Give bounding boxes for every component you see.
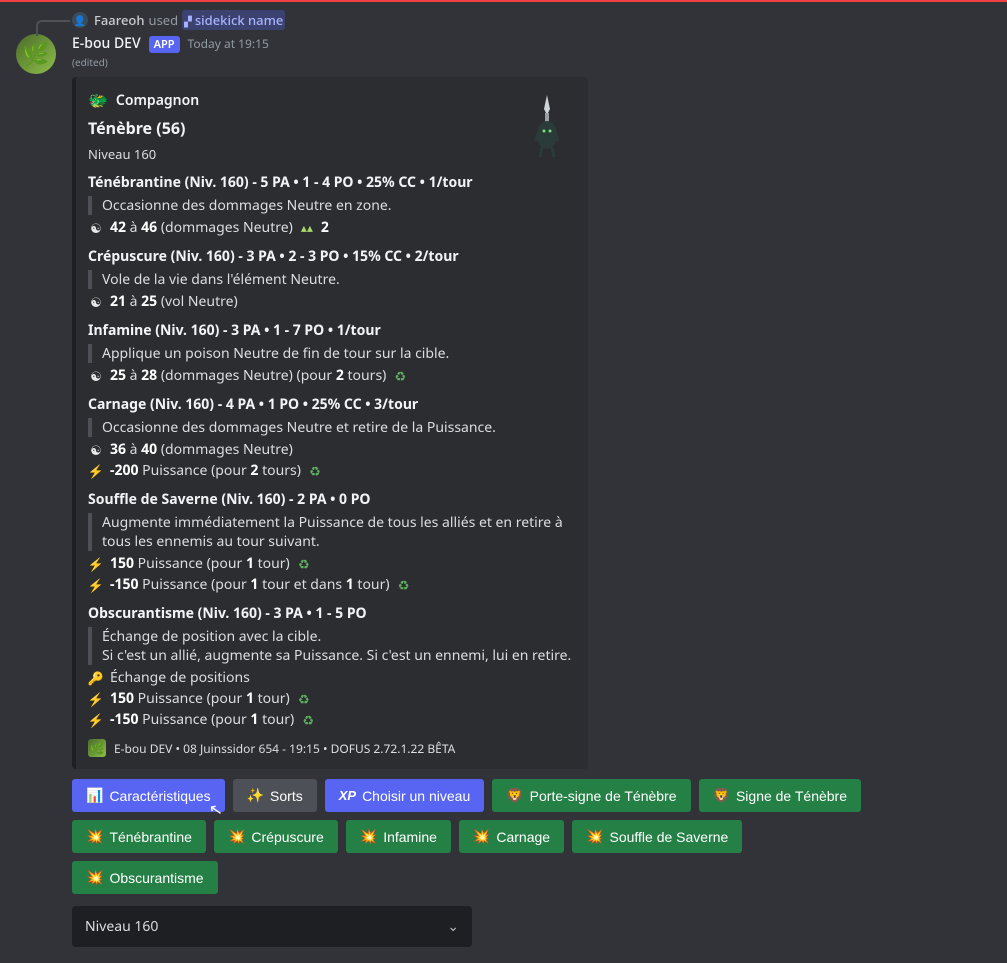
button-label: Infamine <box>383 829 437 845</box>
button-label: Porte-signe de Ténèbre <box>530 788 677 804</box>
spell-header: Crépuscure (Niv. 160) - 3 PA • 2 - 3 PO … <box>88 247 572 266</box>
command-pill[interactable]: ▞sidekick name <box>182 10 285 30</box>
reply-avatar-icon: 👤 <box>72 12 88 28</box>
message: 🌿 👤 Faareoh used ▞sidekick name E-bou DE… <box>0 2 1007 963</box>
spell-effect: ☯21 à 25 (vol Neutre) <box>88 292 572 311</box>
section-label: Compagnon <box>116 91 199 110</box>
button-caract-ristiques[interactable]: 📊 Caractéristiques <box>72 779 225 812</box>
spell-block: Carnage (Niv. 160) - 4 PA • 1 PO • 25% C… <box>88 395 572 480</box>
button-emoji-icon: 💥 <box>86 869 103 886</box>
button-emoji-icon: 💥 <box>473 828 490 845</box>
spell-header: Souffle de Saverne (Niv. 160) - 2 PA • 0… <box>88 490 572 509</box>
spell-effect: ☯25 à 28 (dommages Neutre) (pour 2 tours… <box>88 366 572 385</box>
spell-effect: ☯42 à 46 (dommages Neutre) ▴▴ 2 <box>88 218 572 237</box>
button-label: Signe de Ténèbre <box>736 788 847 804</box>
spell-block: Obscurantisme (Niv. 160) - 3 PA • 1 - 5 … <box>88 604 572 729</box>
companion-icon: 🐲 <box>88 89 108 111</box>
button-sorts[interactable]: ✨ Sorts <box>233 779 317 812</box>
edited-label: (edited) <box>72 55 991 69</box>
spell-effect: ⚡-200 Puissance (pour 2 tours) ♻ <box>88 461 572 480</box>
xp-icon: XP <box>339 788 356 803</box>
reply-used-text: used <box>149 11 179 29</box>
footer-text: E-bou DEV • 08 Juinssidor 654 - 19:15 • … <box>114 740 455 757</box>
embed-section-title: 🐲 Compagnon <box>88 89 572 111</box>
bot-name[interactable]: E-bou DEV <box>72 34 141 53</box>
footer-icon: 🌿 <box>88 739 106 757</box>
button-choisir-un-niveau[interactable]: XP Choisir un niveau <box>325 779 485 812</box>
button-emoji-icon: 🦁 <box>713 787 730 804</box>
spell-header: Ténébrantine (Niv. 160) - 5 PA • 1 - 4 P… <box>88 173 572 192</box>
app-badge: APP <box>149 36 180 53</box>
spell-effect: ☯36 à 40 (dommages Neutre) <box>88 440 572 459</box>
spell-block: Infamine (Niv. 160) - 3 PA • 1 - 7 PO • … <box>88 321 572 385</box>
button-label: Sorts <box>270 788 303 804</box>
character-name: Ténèbre (56) <box>88 117 572 139</box>
button-label: Crépuscure <box>251 829 323 845</box>
button-souffle-de-saverne[interactable]: 💥 Souffle de Saverne <box>572 820 742 853</box>
reply-username[interactable]: Faareoh <box>94 11 145 29</box>
spell-effect: ⚡-150 Puissance (pour 1 tour et dans 1 t… <box>88 575 572 594</box>
button-rows: 📊 Caractéristiques ✨ Sorts XP Choisir un nive… <box>72 779 972 947</box>
button-infamine[interactable]: 💥 Infamine <box>346 820 451 853</box>
reply-reference[interactable]: 👤 Faareoh used ▞sidekick name <box>72 10 991 30</box>
character-level: Niveau 160 <box>88 145 572 163</box>
button-signe-de-t-n-bre[interactable]: 🦁 Signe de Ténèbre <box>699 779 862 812</box>
spell-header: Carnage (Niv. 160) - 4 PA • 1 PO • 25% C… <box>88 395 572 414</box>
button-emoji-icon: ✨ <box>247 787 264 804</box>
button-label: Carnage <box>496 829 550 845</box>
spell-block: Souffle de Saverne (Niv. 160) - 2 PA • 0… <box>88 490 572 594</box>
button-row-2: 💥 Ténébrantine 💥 Crépuscure 💥 Infamine 💥 Carnag… <box>72 820 972 853</box>
button-porte-signe-de-t-n-bre[interactable]: 🦁 Porte-signe de Ténèbre <box>492 779 690 812</box>
button-row-3: 💥 Obscurantisme <box>72 861 972 894</box>
button-label: Choisir un niveau <box>362 788 470 804</box>
spell-effect: ⚡150 Puissance (pour 1 tour) ♻ <box>88 689 572 708</box>
spell-effect: 🔑Échange de positions <box>88 668 572 687</box>
button-obscurantisme[interactable]: 💥 Obscurantisme <box>72 861 218 894</box>
button-emoji-icon: 💥 <box>360 828 377 845</box>
message-header: E-bou DEV APP Today at 19:15 <box>72 34 991 53</box>
button-label: Souffle de Saverne <box>609 829 728 845</box>
button-emoji-icon: 🦁 <box>506 787 523 804</box>
spell-description: Vole de la vie dans l'élément Neutre. <box>88 270 572 289</box>
button-emoji-icon: 📊 <box>86 787 103 804</box>
button-emoji-icon: 💥 <box>586 828 603 845</box>
button-row-1: 📊 Caractéristiques ✨ Sorts XP Choisir un nive… <box>72 779 972 812</box>
embed: 🐲 Compagnon Ténèbre (56) Niveau 160 Téné… <box>72 77 588 769</box>
embed-thumbnail <box>520 91 574 159</box>
embed-footer: 🌿 E-bou DEV • 08 Juinssidor 654 - 19:15 … <box>88 739 572 757</box>
button-cr-puscure[interactable]: 💥 Crépuscure <box>214 820 338 853</box>
bot-avatar[interactable]: 🌿 <box>16 34 56 74</box>
button-emoji-icon: 💥 <box>228 828 245 845</box>
spell-description: Occasionne des dommages Neutre en zone. <box>88 196 572 215</box>
spell-description: Échange de position avec la cible.Si c'e… <box>88 627 572 665</box>
spell-header: Infamine (Niv. 160) - 3 PA • 1 - 7 PO • … <box>88 321 572 340</box>
button-label: Caractéristiques <box>109 788 210 804</box>
timestamp: Today at 19:15 <box>188 35 269 52</box>
button-t-n-brantine[interactable]: 💥 Ténébrantine <box>72 820 206 853</box>
spell-effect: ⚡150 Puissance (pour 1 tour) ♻ <box>88 554 572 573</box>
level-select[interactable]: Niveau 160 ⌄ <box>72 906 472 947</box>
spell-block: Ténébrantine (Niv. 160) - 5 PA • 1 - 4 P… <box>88 173 572 237</box>
button-emoji-icon: 💥 <box>86 828 103 845</box>
spell-header: Obscurantisme (Niv. 160) - 3 PA • 1 - 5 … <box>88 604 572 623</box>
button-label: Ténébrantine <box>109 829 192 845</box>
spell-effect: ⚡-150 Puissance (pour 1 tour) ♻ <box>88 710 572 729</box>
button-label: Obscurantisme <box>109 870 203 886</box>
chevron-down-icon: ⌄ <box>447 917 459 936</box>
spell-description: Occasionne des dommages Neutre et retire… <box>88 418 572 437</box>
select-label: Niveau 160 <box>85 917 158 936</box>
spell-block: Crépuscure (Niv. 160) - 3 PA • 2 - 3 PO … <box>88 247 572 311</box>
button-carnage[interactable]: 💥 Carnage <box>459 820 564 853</box>
spell-description: Applique un poison Neutre de fin de tour… <box>88 344 572 363</box>
spell-description: Augmente immédiatement la Puissance de t… <box>88 513 572 551</box>
